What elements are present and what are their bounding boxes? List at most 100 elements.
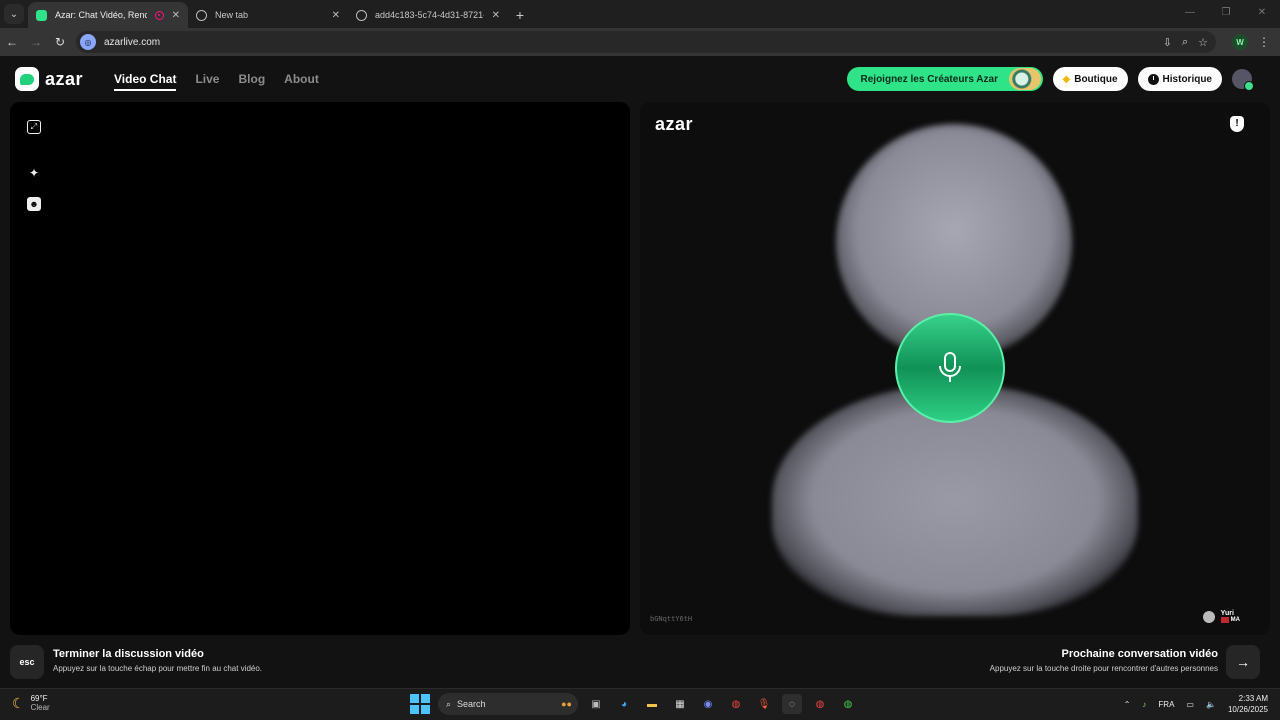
boutique-label: Boutique [1074, 73, 1118, 85]
clock-icon [1147, 73, 1159, 85]
morocco-flag-icon [1220, 617, 1229, 623]
voice-recorder-icon[interactable]: 🎙 [754, 694, 774, 714]
close-window-icon[interactable]: ✕ [1244, 0, 1280, 28]
weather-temp: 69°F [30, 694, 48, 703]
weather-widget[interactable]: ☾ 69°F Clear [12, 694, 50, 712]
bottom-controls: esc Terminer la discussion vidéo Appuyez… [0, 642, 1280, 682]
weather-condition: Clear [30, 703, 50, 712]
task-view-icon[interactable]: ▣ [586, 694, 606, 714]
taskbar-clock[interactable]: 2:33 AM 10/26/2025 [1228, 693, 1268, 715]
nav-about[interactable]: About [284, 72, 319, 91]
end-chat-hint: Appuyez sur la touche échap pour mettre … [53, 664, 263, 673]
diamond-icon: ◆ [1062, 73, 1071, 85]
windows-start-icon[interactable] [410, 694, 430, 714]
obs-icon[interactable]: ◌ [782, 694, 802, 714]
history-label: Historique [1162, 73, 1212, 85]
sparkle-effects-icon[interactable]: ✦ [27, 166, 41, 180]
nav-video-chat[interactable]: Video Chat [114, 72, 177, 91]
remote-user-chip[interactable]: Yuri MA [1202, 610, 1240, 623]
remote-user-name: Yuri [1220, 610, 1234, 617]
join-creators-label: Rejoignez les Créateurs Azar [860, 73, 998, 85]
creator-camera-icon [1008, 68, 1041, 90]
minimize-icon[interactable]: — [1172, 0, 1208, 28]
close-tab-icon[interactable]: ✕ [172, 10, 180, 21]
profile-icon[interactable]: W [1232, 34, 1248, 50]
browser-menu-icon[interactable]: ⋮ [1258, 35, 1270, 49]
chrome-icon[interactable]: ◍ [726, 694, 746, 714]
azar-watermark: azar [655, 114, 694, 134]
azar-favicon-icon [36, 9, 47, 21]
taskbar-search[interactable]: ⌕ Search ●● [438, 693, 578, 715]
new-tab-button[interactable]: + [508, 2, 532, 28]
site-header: azar Video Chat Live Blog About Rejoigne… [0, 58, 1280, 100]
join-creators-button[interactable]: Rejoignez les Créateurs Azar [846, 67, 1043, 91]
tab-guid[interactable]: add4c183-5c74-4d31-8721-f25 ✕ [348, 2, 508, 28]
logo-text: azar [45, 68, 84, 89]
history-button[interactable]: Historique [1137, 67, 1222, 91]
report-shield-icon[interactable]: ! [1230, 116, 1244, 132]
file-explorer-icon[interactable]: ▬ [642, 694, 662, 714]
moon-icon: ☾ [12, 694, 25, 711]
windows-taskbar: ☾ 69°F Clear ⌕ Search ●● ▣ ◕ ▬ ▦ ◉ ◍ 🎙 ◌… [0, 688, 1280, 720]
chrome-w-icon[interactable]: ◍ [838, 694, 858, 714]
country-code: MA [1230, 617, 1240, 623]
chrome-profile-icon[interactable]: ◍ [810, 694, 830, 714]
microphone-tray-icon[interactable]: ♪ [1142, 700, 1146, 709]
close-tab-icon[interactable]: ✕ [492, 10, 500, 21]
azar-page: azar Video Chat Live Blog About Rejoigne… [0, 58, 1280, 688]
end-chat-title: Terminer la discussion vidéo [53, 648, 204, 660]
nav-live[interactable]: Live [195, 72, 219, 91]
globe-icon [196, 9, 207, 21]
window-controls: — ❐ ✕ [1172, 0, 1280, 28]
face-filter-icon[interactable]: ☻ [27, 197, 41, 211]
next-chat-hint: Appuyez sur la touche droite pour rencon… [989, 664, 1218, 673]
search-icon: ⌕ [446, 698, 452, 709]
store-icon[interactable]: ▦ [670, 694, 690, 714]
next-chat-button[interactable]: → [1226, 645, 1260, 679]
main-nav: Video Chat Live Blog About [114, 72, 319, 91]
edge-icon[interactable]: ◕ [614, 694, 634, 714]
remote-video-panel: azar ! bGNqttY6tH Yuri MA [640, 102, 1270, 635]
end-chat-button[interactable]: esc [10, 645, 44, 679]
boutique-button[interactable]: ◆ Boutique [1052, 67, 1128, 91]
close-tab-icon[interactable]: ✕ [332, 10, 340, 21]
azar-logo-icon [15, 67, 39, 91]
network-icon[interactable]: ▭ [1186, 700, 1194, 709]
site-info-icon[interactable]: ◎ [80, 34, 96, 50]
language-indicator[interactable]: FRA [1158, 700, 1174, 709]
browser-tab-strip: ⌄ Azar: Chat Vidéo, Rencontr ✕ New tab ✕… [0, 0, 1280, 28]
install-app-icon[interactable]: ⇩ [1163, 36, 1172, 49]
azar-logo[interactable]: azar [15, 67, 83, 91]
microphone-icon [895, 313, 1005, 423]
search-highlight-icon: ●● [561, 699, 572, 709]
zoom-icon[interactable]: ⌕ [1182, 36, 1188, 49]
tab-azar[interactable]: Azar: Chat Vidéo, Rencontr ✕ [28, 2, 188, 28]
globe-icon [356, 9, 367, 21]
system-tray: ⌃ ♪ FRA ▭ 🔈 2:33 AM 10/26/2025 [1124, 693, 1268, 715]
local-video-panel: ⤢ ✦ ☻ [10, 102, 630, 635]
bookmark-star-icon[interactable]: ☆ [1198, 36, 1208, 49]
address-bar[interactable]: ◎ azarlive.com ⇩ ⌕ ☆ [76, 31, 1216, 53]
browser-toolbar: ← → ↻ ◎ azarlive.com ⇩ ⌕ ☆ W ⋮ [0, 28, 1280, 56]
tab-title: Azar: Chat Vidéo, Rencontr [55, 10, 147, 20]
tab-search-button[interactable]: ⌄ [4, 4, 24, 24]
expand-icon[interactable]: ⤢ [27, 120, 41, 134]
next-chat-title: Prochaine conversation vidéo [1061, 648, 1219, 660]
back-icon[interactable]: ← [0, 35, 24, 49]
forward-icon[interactable]: → [24, 35, 48, 49]
speaker-icon[interactable]: 🔈 [1206, 700, 1216, 709]
search-label: Search [457, 699, 486, 709]
restore-icon[interactable]: ❐ [1208, 0, 1244, 28]
tab-title: add4c183-5c74-4d31-8721-f25 [375, 10, 484, 20]
clock-time: 2:33 AM [1238, 694, 1268, 703]
discord-icon[interactable]: ◉ [698, 694, 718, 714]
user-avatar[interactable] [1232, 69, 1254, 91]
chevron-up-icon[interactable]: ⌃ [1124, 700, 1131, 709]
recording-icon [154, 10, 164, 20]
tab-new-tab[interactable]: New tab ✕ [188, 2, 348, 28]
nav-blog[interactable]: Blog [238, 72, 265, 91]
tab-title: New tab [215, 10, 249, 20]
arrow-right-icon: → [1236, 654, 1250, 670]
reload-icon[interactable]: ↻ [48, 35, 72, 49]
user-icon [1202, 610, 1215, 623]
